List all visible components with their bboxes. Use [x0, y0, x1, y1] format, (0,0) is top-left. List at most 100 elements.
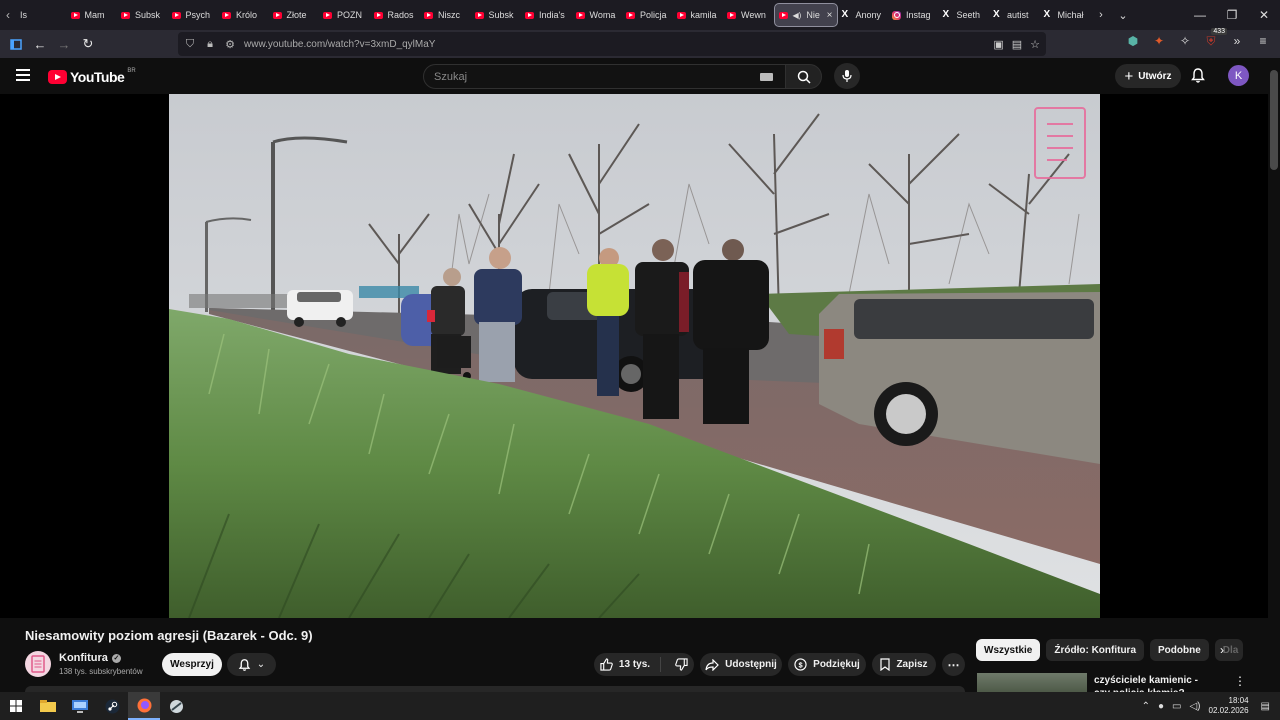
- search-input[interactable]: [434, 70, 734, 83]
- search-box[interactable]: [423, 64, 786, 89]
- chip-all[interactable]: Wszystkie: [976, 639, 1041, 661]
- tray-chevron-up-icon[interactable]: ⌃: [1142, 701, 1150, 712]
- notification-settings-button[interactable]: ⌄: [227, 653, 276, 676]
- browser-tab-active[interactable]: ◀) Nie ×: [773, 3, 838, 27]
- file-explorer-icon[interactable]: [32, 692, 64, 720]
- youtube-logo[interactable]: YouTube BR: [48, 68, 136, 85]
- related-video-title[interactable]: czyściciele kamienic - czy policja kłami…: [1094, 674, 1216, 692]
- browser-tab[interactable]: Instag: [888, 0, 939, 30]
- browser-tab[interactable]: Subsk: [117, 0, 168, 30]
- extensions-puzzle-icon[interactable]: ✧: [1176, 32, 1194, 50]
- more-actions-button[interactable]: ⋯: [942, 653, 965, 676]
- support-button[interactable]: Wesprzyj: [162, 653, 222, 676]
- microphone-tray-icon[interactable]: ●: [1158, 701, 1164, 712]
- related-video-thumbnail[interactable]: [977, 673, 1087, 692]
- page-scrollbar[interactable]: [1268, 58, 1280, 692]
- browser-tab-label: Subsk: [135, 10, 161, 20]
- forward-icon[interactable]: →: [52, 32, 76, 56]
- network-icon[interactable]: ▭: [1172, 701, 1181, 712]
- browser-tab[interactable]: Seeth: [939, 0, 990, 30]
- browser-tab[interactable]: Psych: [168, 0, 219, 30]
- channel-name-text[interactable]: Konfitura: [59, 652, 108, 664]
- vpn-extension-icon[interactable]: ⬢: [1124, 32, 1142, 50]
- bookmark-icon: [880, 658, 891, 671]
- like-button[interactable]: 13 tys.: [600, 657, 662, 672]
- more-vertical-icon[interactable]: ⋮: [1234, 674, 1246, 688]
- browser-tab[interactable]: POZN: [319, 0, 370, 30]
- browser-tab[interactable]: Rados: [370, 0, 421, 30]
- url-text[interactable]: www.youtube.com/watch?v=3xmD_qylMaY: [244, 39, 435, 50]
- thanks-button[interactable]: $ Podziękuj: [788, 653, 866, 676]
- chevron-right-icon[interactable]: ›: [1220, 643, 1224, 657]
- reader-view-icon[interactable]: ▤: [1012, 38, 1022, 51]
- app-icon[interactable]: [160, 692, 192, 720]
- windows-start-icon[interactable]: [0, 692, 32, 720]
- browser-tab[interactable]: Michał: [1040, 0, 1091, 30]
- scrollbar-thumb[interactable]: [1270, 70, 1278, 170]
- permissions-icon[interactable]: ⚙: [224, 38, 236, 51]
- volume-icon[interactable]: ◁): [1189, 701, 1200, 712]
- restore-icon[interactable]: ❐: [1216, 8, 1248, 22]
- bookmark-star-icon[interactable]: ☆: [1030, 38, 1040, 51]
- chip-for-you[interactable]: Dla: [1214, 639, 1243, 661]
- minimize-icon[interactable]: —: [1184, 8, 1216, 22]
- tab-scroll-left-icon[interactable]: ‹: [0, 0, 16, 30]
- browser-tab[interactable]: Woma: [572, 0, 623, 30]
- dislike-button[interactable]: [667, 658, 688, 671]
- video-frame[interactable]: [169, 94, 1100, 618]
- browser-tab[interactable]: Mam: [67, 0, 118, 30]
- browser-tab[interactable]: Is: [16, 0, 67, 30]
- overflow-menu-icon[interactable]: »: [1228, 32, 1246, 50]
- browser-tab[interactable]: Policja: [622, 0, 673, 30]
- create-button[interactable]: + Utwórz: [1115, 64, 1181, 88]
- channel-avatar[interactable]: [25, 651, 51, 677]
- lock-icon[interactable]: 🔒︎: [204, 38, 216, 51]
- browser-tab[interactable]: Królo: [218, 0, 269, 30]
- guide-menu-icon[interactable]: [16, 69, 30, 81]
- voice-search-button[interactable]: [834, 63, 860, 89]
- fox-extension-icon[interactable]: ✦: [1150, 32, 1168, 50]
- browser-tab[interactable]: Subsk: [471, 0, 522, 30]
- back-icon[interactable]: ←: [28, 32, 52, 56]
- picture-in-picture-icon[interactable]: ▣: [993, 38, 1003, 51]
- notifications-bell-icon[interactable]: [1190, 67, 1208, 85]
- reload-icon[interactable]: ↻: [76, 32, 100, 56]
- keyboard-icon[interactable]: [760, 73, 773, 81]
- tab-close-icon[interactable]: ×: [827, 10, 833, 21]
- create-label: Utwórz: [1138, 70, 1172, 82]
- chip-from-channel[interactable]: Źródło: Konfitura: [1046, 639, 1145, 661]
- remote-desktop-icon[interactable]: [64, 692, 96, 720]
- browser-tab[interactable]: Wewn: [723, 0, 774, 30]
- firefox-icon[interactable]: [128, 692, 160, 720]
- save-button[interactable]: Zapisz: [872, 653, 936, 676]
- share-icon: [705, 658, 720, 671]
- related-filter-chips: Wszystkie Źródło: Konfitura Podobne Dla: [976, 639, 1243, 661]
- ublock-icon[interactable]: ⛨ 433: [1202, 28, 1227, 50]
- tab-scroll-right-icon[interactable]: ›: [1090, 9, 1112, 21]
- steam-icon[interactable]: [96, 692, 128, 720]
- browser-tab[interactable]: India's: [521, 0, 572, 30]
- shield-icon[interactable]: ⛉: [184, 38, 196, 51]
- sidebar-toggle-icon[interactable]: [4, 32, 28, 56]
- address-bar[interactable]: ⛉ 🔒︎ ⚙ www.youtube.com/watch?v=3xmD_qylM…: [178, 32, 1046, 56]
- audio-playing-icon[interactable]: ◀): [793, 11, 802, 20]
- browser-tab[interactable]: kamila: [673, 0, 724, 30]
- tab-list-dropdown-icon[interactable]: ⌄: [1112, 9, 1134, 22]
- x-favicon-icon: [1044, 9, 1053, 20]
- video-player-area[interactable]: [0, 94, 1268, 618]
- channel-name[interactable]: Konfitura ✓: [59, 652, 121, 664]
- browser-tab[interactable]: autist: [989, 0, 1040, 30]
- browser-tab[interactable]: Złote: [269, 0, 320, 30]
- chip-related[interactable]: Podobne: [1150, 639, 1209, 661]
- browser-tab[interactable]: Anony: [838, 0, 889, 30]
- clock[interactable]: 18:04 02.02.2026: [1209, 696, 1249, 716]
- close-window-icon[interactable]: ✕: [1248, 8, 1280, 22]
- hamburger-menu-icon[interactable]: ≡: [1254, 32, 1272, 50]
- browser-tab[interactable]: Niszc: [420, 0, 471, 30]
- notifications-icon[interactable]: ▤: [1261, 701, 1270, 712]
- youtube-favicon-icon: [727, 11, 736, 19]
- share-button[interactable]: Udostępnij: [700, 653, 782, 676]
- account-avatar[interactable]: K: [1228, 65, 1249, 86]
- search-button[interactable]: [785, 64, 822, 89]
- clock-time: 18:04: [1228, 696, 1249, 705]
